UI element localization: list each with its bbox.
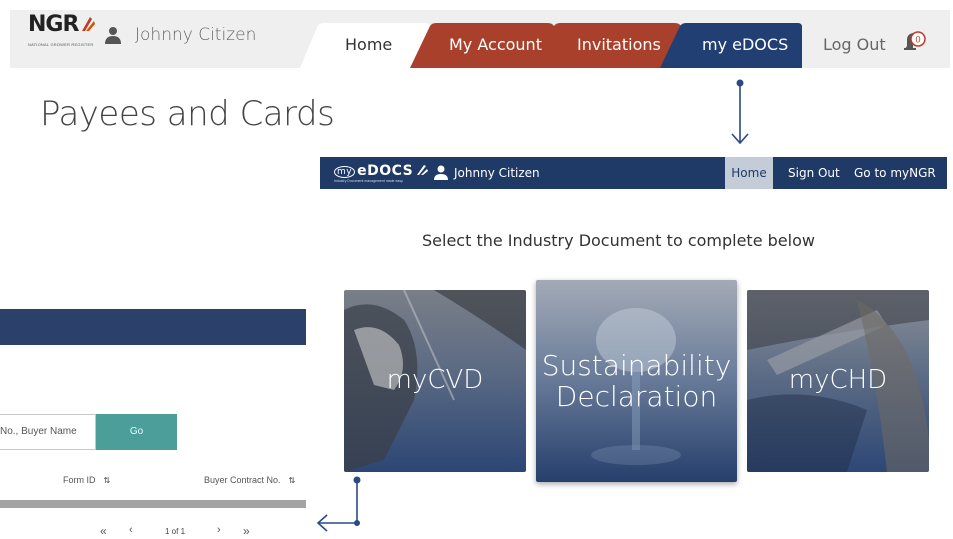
card-sustainability-line-2: Declaration: [555, 380, 718, 413]
card-sustainability-label: Sustainability Declaration: [541, 348, 732, 413]
card-mycvd-label: myCVD: [386, 365, 484, 396]
connector-arrows: [316, 79, 749, 532]
arrow-origin-dot: [353, 476, 361, 484]
card-mychd-label: myCHD: [788, 365, 888, 396]
arrow-corner-dot: [354, 520, 360, 526]
arrow-to-left-panel: [316, 480, 358, 532]
card-sustainability-line-1: Sustainability: [541, 348, 732, 382]
arrow-down-to-edocs: [731, 83, 749, 145]
arrow-origin-dot: [736, 79, 744, 87]
